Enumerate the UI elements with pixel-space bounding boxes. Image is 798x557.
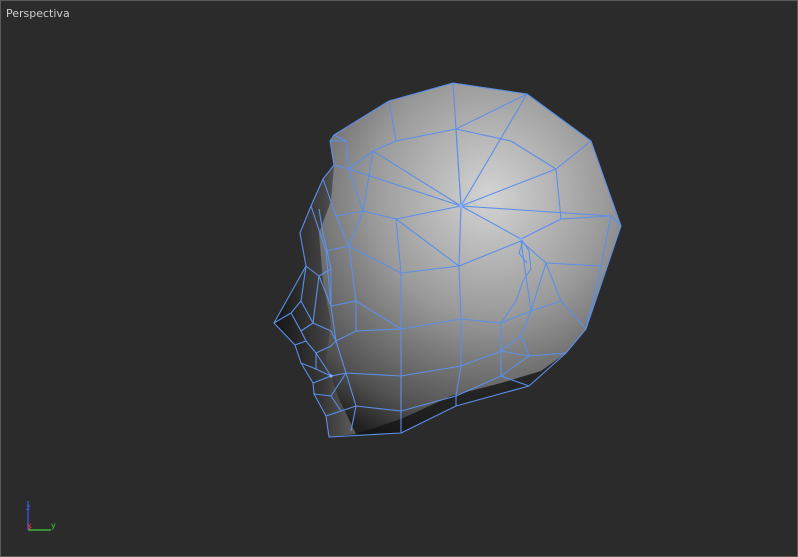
x-axis-label: x (27, 521, 32, 530)
perspective-viewport[interactable]: Perspectiva z x y (0, 0, 798, 557)
y-axis-label: y (51, 521, 56, 530)
head-mesh[interactable] (273, 82, 622, 438)
z-axis-label: z (26, 503, 30, 512)
axis-gizmo: z x y (26, 501, 56, 531)
viewport-canvas[interactable]: z x y (1, 1, 797, 556)
